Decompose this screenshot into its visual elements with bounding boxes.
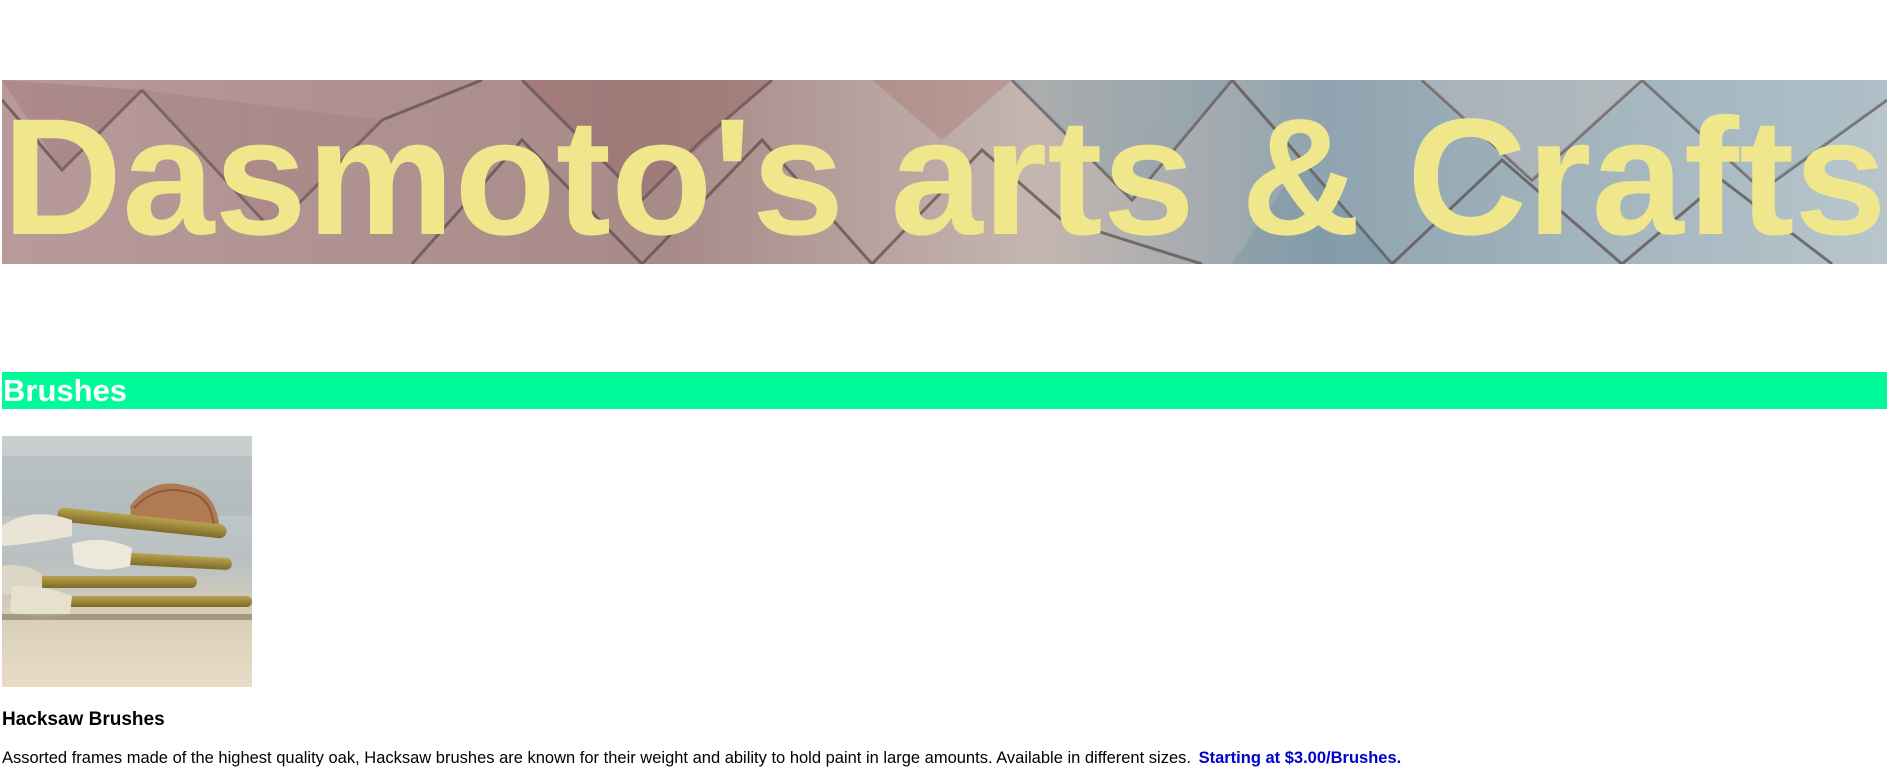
header-banner: Dasmoto's arts & Crafts [2, 80, 1887, 264]
product-image-brushes [2, 436, 252, 687]
brushes-photo [2, 436, 252, 687]
section-title: Brushes [3, 373, 128, 408]
product-name: Hacksaw Brushes [2, 709, 165, 730]
product-description-text: Assorted frames made of the highest qual… [2, 749, 1191, 767]
section-header-brushes: Brushes [2, 372, 1887, 409]
site-title: Dasmoto's arts & Crafts [2, 85, 1887, 264]
product-price: Starting at $3.00/Brushes. [1198, 749, 1402, 767]
product-description: Assorted frames made of the highest qual… [2, 747, 1401, 769]
page: Dasmoto's arts & Crafts Brushes Hacksaw … [0, 0, 1889, 773]
